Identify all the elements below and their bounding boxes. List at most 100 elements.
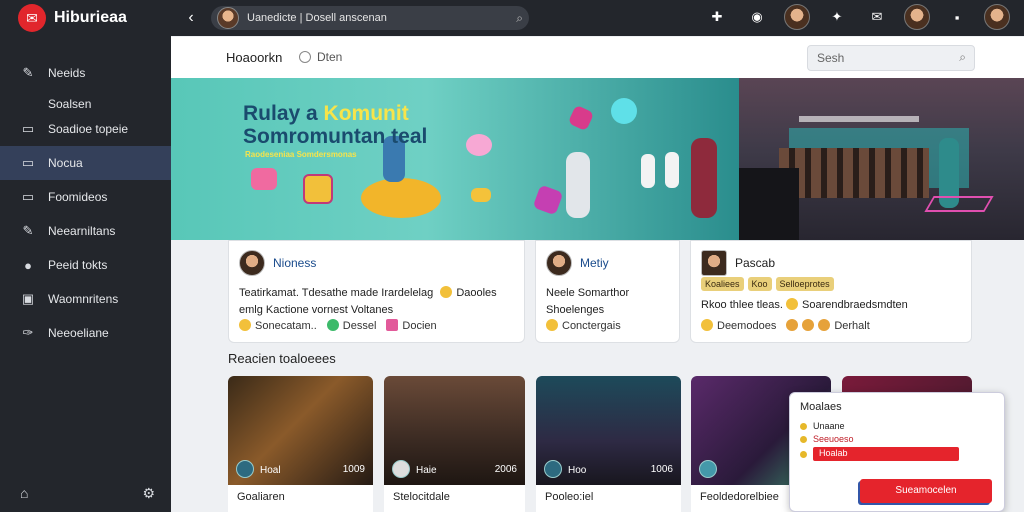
settings-icon[interactable]: ⚙	[142, 485, 155, 502]
sidebar: ✉ Hiburieaa ✎ Neeids Soalsen ▭ Soadioe t…	[0, 0, 171, 512]
reaction-label: Deemodoes	[717, 320, 777, 332]
person-figure	[691, 138, 717, 218]
video-thumbnail[interactable]: Hoal 1009 Goaliaren	[228, 376, 373, 512]
post-card[interactable]: Metiy Neele Somarthor Shoelenges Concter…	[535, 240, 680, 343]
tag-chip[interactable]: Koaliees	[701, 277, 744, 291]
sidebar-item-3[interactable]: ▭ Nocua	[0, 146, 171, 180]
view-count: 1006	[650, 463, 673, 475]
sidebar-item-2[interactable]: ▭ Soadioe topeie	[0, 112, 171, 146]
smile-icon	[701, 319, 713, 331]
sidebar-item-5[interactable]: ✎ Neearniltans	[0, 214, 171, 248]
top-search-bar[interactable]: Uanedicte | Dosell anscenan ⌕	[211, 6, 529, 30]
reaction-1[interactable]: Deemodoes	[701, 319, 776, 332]
circle-icon	[299, 51, 311, 63]
person-figure	[566, 152, 590, 218]
tab-label: Dten	[317, 50, 343, 64]
sidebar-item-4[interactable]: ▭ Foomideos	[0, 180, 171, 214]
puzzle-icon[interactable]: ✦	[824, 4, 850, 30]
dice-icon	[567, 104, 595, 132]
profile-avatar[interactable]	[984, 4, 1010, 30]
sidebar-item-6[interactable]: ● Peeid tokts	[0, 248, 171, 282]
hero-banner[interactable]: Rulay a Komunit Somromuntan teal Raodese…	[171, 78, 739, 240]
avatar[interactable]	[904, 4, 930, 30]
gift-icon[interactable]: ▪	[944, 4, 970, 30]
back-arrow-icon[interactable]: ‹	[171, 9, 211, 27]
sidebar-item-8[interactable]: ✑ Neeoeliane	[0, 316, 171, 350]
emoji-icon	[786, 319, 799, 331]
crowd	[779, 148, 929, 198]
reaction-label: Sonecatam..	[255, 320, 317, 332]
cart-icon	[303, 174, 333, 204]
sofa-icon	[361, 178, 441, 218]
tag-chip[interactable]: Selloeprotes	[775, 277, 834, 291]
thumbnail-label: Hoal	[260, 465, 281, 476]
ceiling-light	[799, 116, 919, 122]
reaction-label: Docien	[402, 320, 437, 332]
sidebar-item-label: Neeids	[48, 66, 86, 80]
ticket-icon	[471, 188, 491, 202]
avatar[interactable]	[701, 250, 727, 276]
thumbnail-meta: Hoo 1006	[544, 460, 673, 478]
pencil-icon: ✎	[22, 65, 34, 80]
thumbnail-label: Haie	[416, 465, 437, 476]
sidebar-item-label: Waomnritens	[48, 292, 119, 306]
popup-row[interactable]: Unaane	[800, 421, 994, 431]
video-thumbnail[interactable]: Hoo 1006 Pooleo:iel	[536, 376, 681, 512]
card-body: Neele Somarthor Shoelenges	[546, 285, 669, 319]
sidebar-item-7[interactable]: ▣ Waomnritens	[0, 282, 171, 316]
sidebar-item-label: Neeoeliane	[48, 326, 109, 340]
notification-icon[interactable]: ◉	[744, 4, 770, 30]
post-card[interactable]: Pascab Koaliees Koo Selloeprotes Rkoo th…	[690, 240, 972, 343]
brand-name: Hiburieaa	[54, 9, 127, 26]
thumbnail-image: Haie 2006	[384, 376, 525, 485]
card-author[interactable]: Nioness	[273, 256, 316, 270]
avatar[interactable]	[239, 250, 265, 276]
card-author[interactable]: Metiy	[580, 256, 609, 270]
smile-icon	[239, 319, 251, 331]
card-footer: Conctergais	[546, 319, 621, 332]
card-text: Daooles	[456, 287, 497, 299]
thumbnail-title: Pooleo:iel	[545, 491, 594, 503]
popup-row[interactable]: Seeuoeso	[800, 434, 994, 444]
banner-title-highlight: Komunit	[323, 102, 409, 125]
sidebar-item-1[interactable]: ✎ Neeids	[0, 56, 171, 90]
reaction-2[interactable]: Derhalt	[786, 319, 870, 332]
post-card[interactable]: Nioness Teatirkamat. Tdesathe made Irard…	[228, 240, 525, 343]
window-icon: ▭	[21, 155, 35, 170]
thumbnail-label: Hoo	[568, 465, 587, 476]
gamepad-icon[interactable]: ✚	[704, 4, 730, 30]
avatar[interactable]	[546, 250, 572, 276]
reactions-popup[interactable]: Moalaes Unaane Seeuoeso Hoalab Sueamocel…	[789, 392, 1005, 512]
card-footer: Sonecatam.. Dessel Docien	[239, 319, 437, 332]
bullet-icon	[800, 435, 807, 443]
reaction-3[interactable]: Docien	[386, 319, 437, 332]
video-thumbnail[interactable]: Haie 2006 Stelocitdale	[384, 376, 525, 512]
tag-chip[interactable]: Koo	[747, 277, 772, 291]
home-icon[interactable]: ⌂	[20, 485, 28, 502]
search-input[interactable]: Sesh ⌕	[807, 45, 975, 71]
tab-dten[interactable]: Dten	[299, 50, 342, 64]
reaction-2[interactable]: Dessel	[326, 319, 376, 332]
card-footer: Deemodoes Derhalt	[701, 319, 870, 332]
bubble-icon	[611, 98, 637, 124]
popup-row[interactable]: Hoalab	[800, 447, 994, 461]
party-room-photo	[739, 78, 1024, 240]
reaction-1[interactable]: Conctergais	[546, 319, 621, 332]
sidebar-item-label: Soadioe topeie	[48, 122, 129, 136]
chat-bubble-icon[interactable]: ✉	[864, 4, 890, 30]
search-icon[interactable]: ⌕	[959, 50, 966, 65]
brand[interactable]: ✉ Hiburieaa	[0, 0, 171, 36]
sidebar-item-label: Foomideos	[48, 190, 108, 204]
card-author[interactable]: Pascab	[735, 256, 775, 270]
avatar	[217, 7, 239, 29]
popup-action-button[interactable]: Sueamocelen	[860, 479, 992, 503]
avatar[interactable]	[784, 4, 810, 30]
dice-icon	[532, 184, 564, 216]
floor-neon	[924, 196, 994, 212]
channel-icon	[544, 460, 562, 478]
search-icon[interactable]: ⌕	[516, 11, 523, 26]
sidebar-item-label: Peeid tokts	[48, 258, 108, 272]
reaction-1[interactable]: Sonecatam..	[239, 319, 317, 332]
thumbnail-title: Stelocitdale	[393, 491, 450, 503]
reaction-label: Conctergais	[562, 320, 621, 332]
